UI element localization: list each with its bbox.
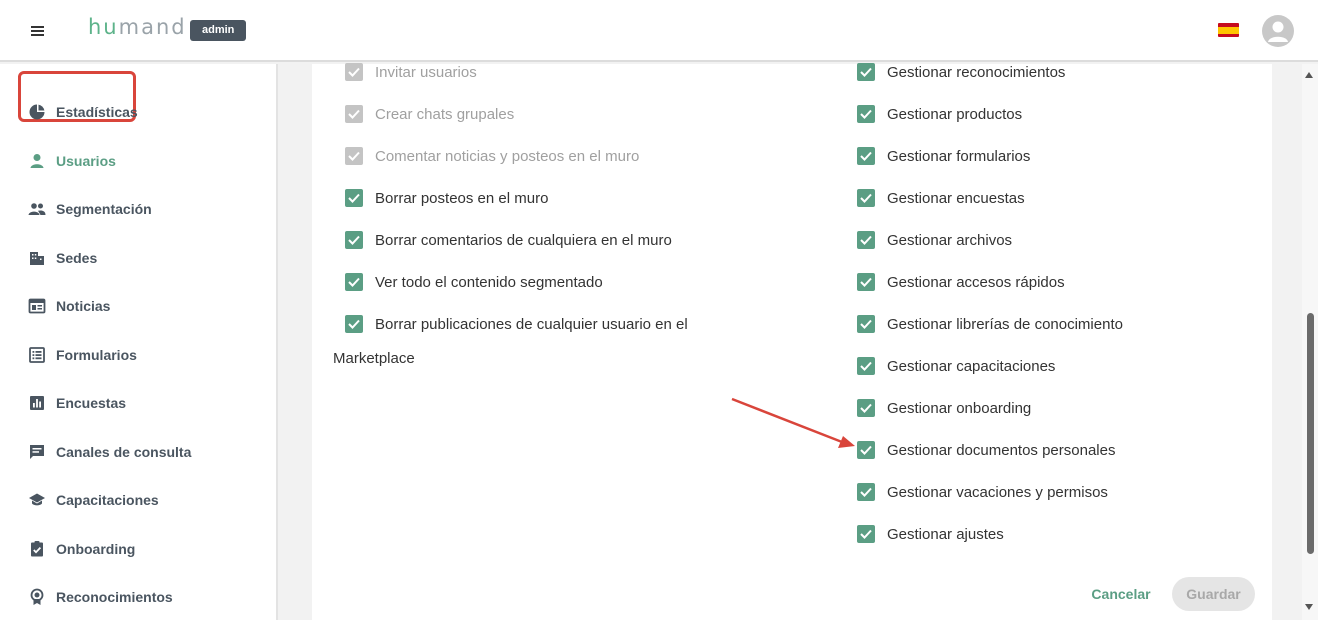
- building-icon: [28, 249, 46, 267]
- permission-label-continuation: Marketplace: [333, 350, 415, 367]
- permission-gestionar-librerias: Gestionar librerías de conocimiento: [857, 314, 1123, 334]
- sidebar-item-noticias[interactable]: Noticias: [28, 295, 110, 317]
- sidebar-item-label: Usuarios: [56, 153, 116, 169]
- checkbox[interactable]: [857, 273, 875, 291]
- permission-gestionar-documentos-personales: Gestionar documentos personales: [857, 440, 1115, 460]
- scroll-up-arrow-icon[interactable]: [1305, 72, 1313, 78]
- sidebar-item-label: Segmentación: [56, 201, 152, 217]
- checkbox[interactable]: [857, 147, 875, 165]
- sidebar-item-label: Encuestas: [56, 395, 127, 411]
- save-button[interactable]: Guardar: [1172, 577, 1255, 611]
- checkbox[interactable]: [857, 399, 875, 417]
- permission-comentar-noticias: Comentar noticias y posteos en el muro: [345, 146, 639, 166]
- permission-gestionar-vacaciones: Gestionar vacaciones y permisos: [857, 482, 1108, 502]
- permission-gestionar-reconocimientos: Gestionar reconocimientos: [857, 62, 1065, 82]
- admin-badge: admin: [190, 20, 247, 41]
- permission-borrar-comentarios: Borrar comentarios de cualquiera en el m…: [345, 230, 672, 250]
- sidebar-item-label: Estadísticas: [56, 104, 138, 120]
- checkbox[interactable]: [857, 315, 875, 333]
- sidebar: [0, 64, 278, 620]
- pie-chart-icon: [28, 103, 46, 121]
- school-icon: [28, 491, 46, 509]
- permission-gestionar-encuestas: Gestionar encuestas: [857, 188, 1025, 208]
- permission-gestionar-formularios: Gestionar formularios: [857, 146, 1030, 166]
- permission-gestionar-archivos: Gestionar archivos: [857, 230, 1012, 250]
- sidebar-item-usuarios[interactable]: Usuarios: [28, 150, 116, 172]
- checkbox[interactable]: [857, 357, 875, 375]
- sidebar-item-reconocimientos[interactable]: Reconocimientos: [28, 586, 173, 608]
- menu-icon[interactable]: [29, 23, 47, 39]
- permission-crear-chats-grupales: Crear chats grupales: [345, 104, 514, 124]
- checkbox: [345, 63, 363, 81]
- permission-ver-contenido-segmentado: Ver todo el contenido segmentado: [345, 272, 603, 292]
- checkbox[interactable]: [345, 315, 363, 333]
- spain-flag-icon[interactable]: [1218, 23, 1239, 37]
- award-icon: [28, 588, 46, 606]
- sidebar-item-label: Onboarding: [56, 541, 136, 557]
- checkbox[interactable]: [857, 231, 875, 249]
- top-bar: humand admin: [0, 0, 1318, 62]
- person-icon: [28, 152, 46, 170]
- checkbox[interactable]: [857, 483, 875, 501]
- avatar[interactable]: [1262, 15, 1294, 47]
- sidebar-item-label: Capacitaciones: [56, 492, 159, 508]
- user-avatar-icon: [1268, 21, 1288, 42]
- cancel-button[interactable]: Cancelar: [1082, 577, 1160, 611]
- chat-icon: [28, 443, 46, 461]
- permission-gestionar-accesos-rapidos: Gestionar accesos rápidos: [857, 272, 1065, 292]
- group-icon: [28, 200, 46, 218]
- newspaper-icon: [28, 297, 46, 315]
- sidebar-item-segmentacion[interactable]: Segmentación: [28, 198, 152, 220]
- permission-borrar-posteos: Borrar posteos en el muro: [345, 188, 548, 208]
- sidebar-item-label: Canales de consulta: [56, 444, 192, 460]
- checkbox[interactable]: [857, 189, 875, 207]
- sidebar-item-formularios[interactable]: Formularios: [28, 344, 137, 366]
- sidebar-item-encuestas[interactable]: Encuestas: [28, 392, 126, 414]
- sidebar-item-label: Sedes: [56, 250, 98, 266]
- permission-borrar-publicaciones-marketplace: Borrar publicaciones de cualquier usuari…: [345, 314, 688, 334]
- list-form-icon: [28, 346, 46, 364]
- permission-gestionar-onboarding: Gestionar onboarding: [857, 398, 1031, 418]
- permission-gestionar-productos: Gestionar productos: [857, 104, 1022, 124]
- checkbox[interactable]: [345, 189, 363, 207]
- checkbox[interactable]: [857, 63, 875, 81]
- checkbox: [345, 147, 363, 165]
- sidebar-item-sedes[interactable]: Sedes: [28, 247, 97, 269]
- checkbox[interactable]: [857, 525, 875, 543]
- checkbox: [345, 105, 363, 123]
- sidebar-item-label: Formularios: [56, 347, 137, 363]
- sidebar-item-label: Reconocimientos: [56, 589, 173, 605]
- scrollbar-thumb[interactable]: [1307, 313, 1314, 554]
- humand-logo[interactable]: humand: [88, 15, 187, 39]
- checkbox[interactable]: [857, 441, 875, 459]
- checkbox[interactable]: [857, 105, 875, 123]
- checkbox[interactable]: [345, 273, 363, 291]
- scroll-down-arrow-icon[interactable]: [1305, 604, 1313, 610]
- permission-invitar-usuarios: Invitar usuarios: [345, 62, 477, 82]
- sidebar-item-label: Noticias: [56, 298, 111, 314]
- permission-gestionar-ajustes: Gestionar ajustes: [857, 524, 1004, 544]
- bar-chart-icon: [28, 394, 46, 412]
- permission-gestionar-capacitaciones: Gestionar capacitaciones: [857, 356, 1055, 376]
- checkbox[interactable]: [345, 231, 363, 249]
- sidebar-item-capacitaciones[interactable]: Capacitaciones: [28, 489, 159, 511]
- sidebar-item-canales-de-consulta[interactable]: Canales de consulta: [28, 441, 191, 463]
- clipboard-check-icon: [28, 540, 46, 558]
- sidebar-item-onboarding[interactable]: Onboarding: [28, 538, 135, 560]
- sidebar-item-estadisticas[interactable]: Estadísticas: [28, 101, 138, 123]
